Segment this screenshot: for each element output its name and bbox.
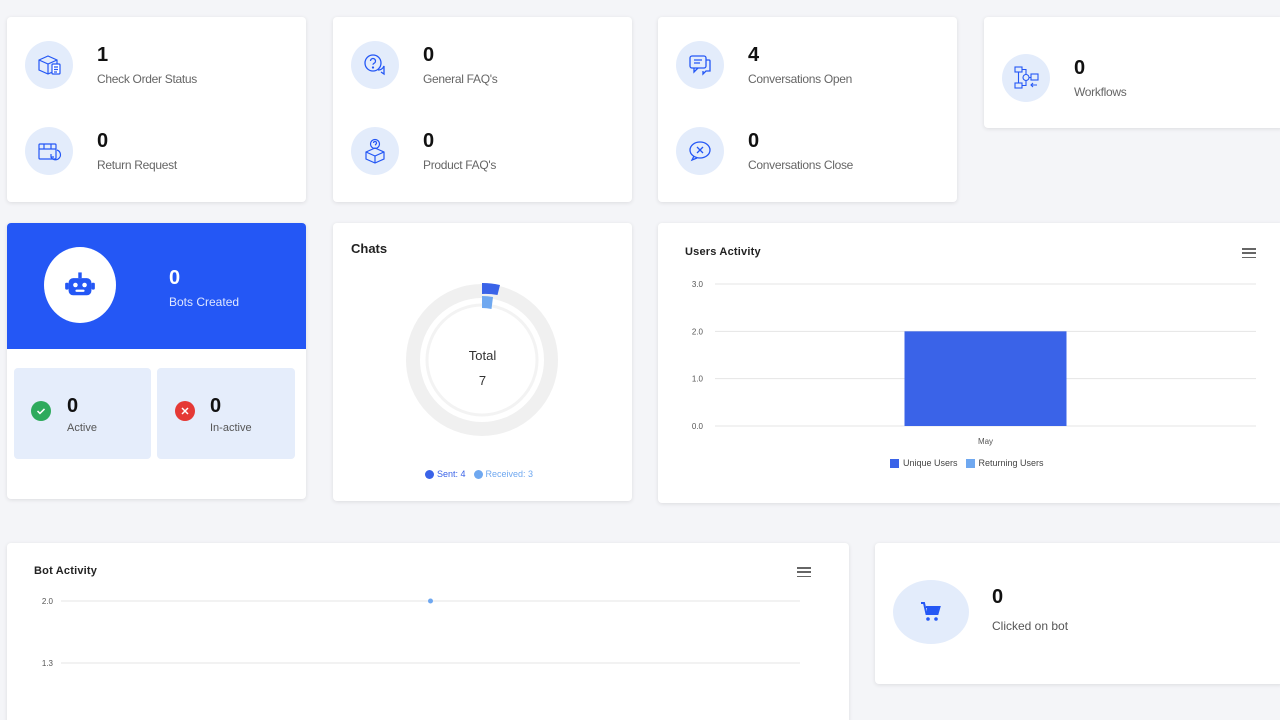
- users-y-tick-label: 2.0: [692, 327, 704, 336]
- conversations-close-label: Conversations Close: [748, 158, 854, 172]
- legend-returning-users[interactable]: Returning Users: [965, 458, 1044, 468]
- clicked-on-bot-value: 0: [992, 586, 1004, 608]
- question-bubble-icon: [351, 41, 399, 89]
- bot-avatar: [44, 247, 116, 323]
- bots-created-banner[interactable]: 0 Bots Created: [7, 223, 306, 349]
- workflows-card[interactable]: 0 Workflows: [984, 17, 1280, 128]
- workflows-stat: 0 Workflows: [1002, 54, 1127, 102]
- general-faq-label: General FAQ's: [423, 72, 498, 86]
- clicked-on-bot-label: Clicked on bot: [992, 619, 1069, 633]
- users-activity-menu-icon[interactable]: [1242, 248, 1256, 258]
- chats-center-label: Total: [468, 348, 497, 363]
- legend-returning-swatch: [965, 458, 975, 468]
- legend-received[interactable]: Received: 3: [473, 469, 534, 479]
- inactive-bots-value: 0: [210, 395, 222, 417]
- check-order-status-stat[interactable]: 1 Check Order Status: [25, 41, 197, 89]
- chat-bubbles-icon: [676, 41, 724, 89]
- cart-icon: [921, 602, 941, 621]
- return-request-stat[interactable]: 0 Return Request: [25, 127, 177, 175]
- chat-close-icon: [676, 127, 724, 175]
- chats-donut-chart: [406, 282, 558, 436]
- x-circle-icon: [175, 401, 195, 421]
- package-icon: [25, 41, 73, 89]
- users-activity-legend: Unique Users Returning Users: [890, 458, 1052, 468]
- users-y-tick-label: 0.0: [692, 422, 704, 431]
- product-faq-stat[interactable]: 0 Product FAQ's: [351, 127, 496, 175]
- active-bots-tile[interactable]: 0 Active: [14, 368, 151, 459]
- users-activity-chart: 3.0 2.0 1.0 0.0 May: [692, 280, 1256, 446]
- general-faq-stat[interactable]: 0 General FAQ's: [351, 41, 498, 89]
- active-bots-label: Active: [67, 422, 97, 434]
- legend-sent-label: Sent: 4: [437, 469, 466, 479]
- bot-activity-menu-icon[interactable]: [797, 567, 811, 577]
- bot-activity-card: Bot Activity 2.0 1.3: [7, 543, 849, 720]
- bots-created-value: 0: [169, 267, 181, 289]
- active-bots-value: 0: [67, 395, 79, 417]
- users-activity-title: Users Activity: [685, 246, 761, 258]
- chats-card: Chats Total 7 Sent: 4 Received: 3: [333, 223, 632, 501]
- legend-received-marker: [473, 469, 483, 479]
- product-faq-label: Product FAQ's: [423, 158, 497, 172]
- bot-activity-title: Bot Activity: [34, 565, 98, 577]
- bot-activity-chart: 2.0 1.3: [42, 597, 800, 668]
- legend-sent-marker: [425, 469, 434, 479]
- users-activity-card: Users Activity 3.0 2.0 1.0 0.0 May Unique Us…: [658, 223, 1280, 503]
- users-x-tick-label: May: [978, 437, 993, 446]
- bot-y-tick-label: 1.3: [42, 659, 54, 668]
- product-question-icon: [351, 127, 399, 175]
- legend-sent[interactable]: Sent: 4: [425, 469, 466, 479]
- legend-unique-users[interactable]: Unique Users: [890, 458, 958, 468]
- return-request-value: 0: [97, 130, 109, 152]
- workflow-icon: [1002, 54, 1050, 102]
- general-faq-value: 0: [423, 44, 435, 66]
- users-y-tick-label: 1.0: [692, 375, 704, 384]
- product-faq-value: 0: [423, 130, 435, 152]
- bot-activity-point[interactable]: [428, 598, 433, 604]
- check-order-status-value: 1: [97, 44, 109, 66]
- check-circle-icon: [31, 401, 51, 421]
- faq-card: 0 General FAQ's 0 Product FAQ's: [333, 17, 632, 202]
- users-bar-unique-users[interactable]: [904, 331, 1067, 426]
- inactive-bots-label: In-active: [210, 422, 252, 434]
- conversations-card: 4 Conversations Open 0 Conversations Clo…: [658, 17, 957, 202]
- bots-card: 0 Bots Created 0 Active 0 In-active: [7, 223, 306, 499]
- legend-returning-label: Returning Users: [978, 458, 1044, 468]
- bot-y-tick-label: 2.0: [42, 597, 54, 606]
- return-request-label: Return Request: [97, 158, 177, 172]
- cart-icon-circle: [893, 580, 969, 644]
- legend-unique-label: Unique Users: [903, 458, 958, 468]
- workflows-value: 0: [1074, 57, 1086, 79]
- conversations-open-label: Conversations Open: [748, 72, 852, 86]
- chats-legend: Sent: 4 Received: 3: [425, 469, 541, 479]
- return-box-icon: [25, 127, 73, 175]
- donut-received-segment[interactable]: [482, 296, 493, 309]
- conversations-open-value: 4: [748, 44, 760, 66]
- conversations-open-stat[interactable]: 4 Conversations Open: [676, 41, 852, 89]
- chats-center-value: 7: [478, 373, 487, 388]
- donut-sent-segment[interactable]: [482, 282, 500, 295]
- check-order-status-label: Check Order Status: [97, 72, 197, 86]
- clicked-on-bot-card[interactable]: 0 Clicked on bot: [875, 543, 1280, 684]
- workflows-label: Workflows: [1074, 85, 1127, 99]
- conversations-close-value: 0: [748, 130, 760, 152]
- robot-icon: [65, 272, 95, 296]
- legend-received-label: Received: 3: [485, 469, 534, 479]
- users-y-tick-label: 3.0: [692, 280, 704, 289]
- conversations-close-stat[interactable]: 0 Conversations Close: [676, 127, 853, 175]
- inactive-bots-tile[interactable]: 0 In-active: [157, 368, 295, 459]
- legend-unique-swatch: [890, 458, 899, 468]
- bots-created-label: Bots Created: [169, 295, 240, 309]
- order-status-card: 1 Check Order Status 0 Return Request: [7, 17, 306, 202]
